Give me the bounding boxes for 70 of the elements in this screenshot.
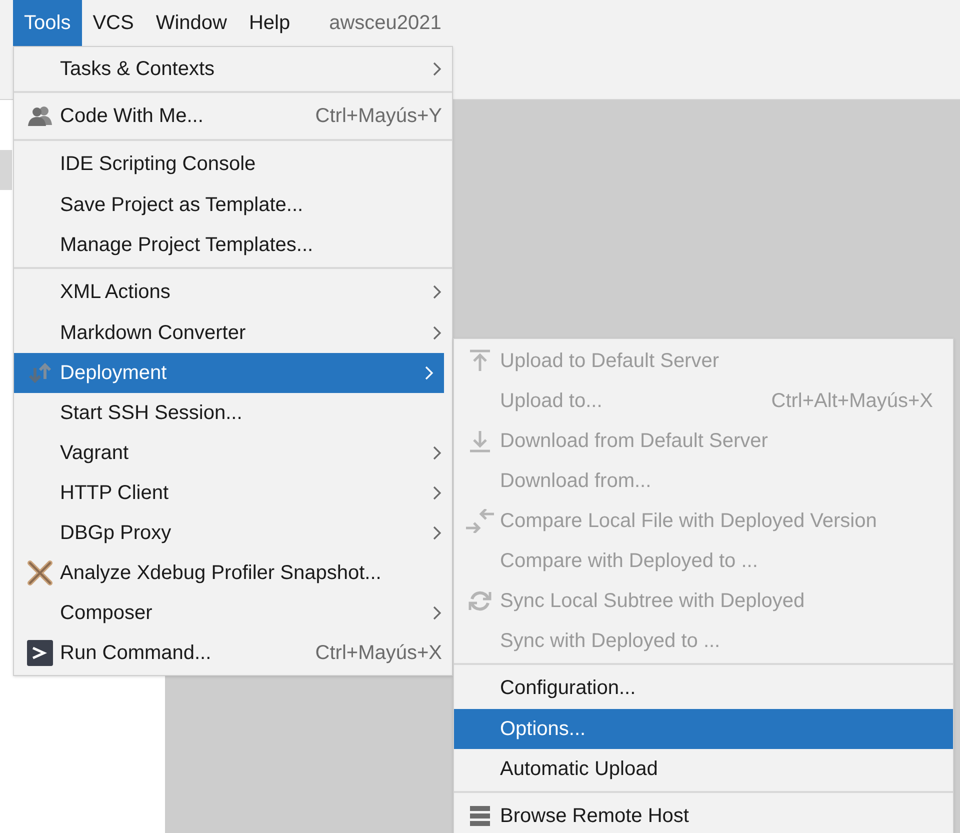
menu-item-label: Download from Default Server (500, 429, 769, 454)
menu-item-label: HTTP Client (60, 481, 170, 506)
menu-item-label: Sync Local Subtree with Deployed (500, 589, 806, 614)
menu-item-label: Compare with Deployed to ... (500, 549, 759, 574)
menu-item-label: Upload to Default Server (500, 349, 720, 374)
menu-bar-item[interactable]: VCS (82, 0, 145, 46)
menu-item[interactable]: DBGp Proxy (14, 513, 452, 553)
menu-item[interactable]: Start SSH Session... (14, 393, 452, 433)
menu-item-label: Compare Local File with Deployed Version (500, 509, 878, 534)
users-icon (27, 105, 53, 127)
chevron-right-icon (424, 365, 434, 381)
menu-item-label: Code With Me... (60, 104, 204, 129)
server-icon (469, 805, 491, 827)
menu-item-label: Markdown Converter (60, 321, 247, 346)
sync-icon (468, 589, 492, 613)
menu-item[interactable]: Manage Project Templates... (14, 225, 452, 265)
menu-item[interactable]: Deployment (14, 353, 444, 393)
menu-item[interactable]: Tasks & Contexts (14, 49, 452, 89)
shortcut-label: Ctrl+Alt+Mayús+X (771, 389, 933, 414)
menu-item-label: Save Project as Template... (60, 193, 304, 218)
menu-bar-item[interactable]: Window (144, 0, 238, 46)
shortcut-label: Ctrl+Mayús+Y (315, 104, 442, 129)
menu-item-label: Analyze Xdebug Profiler Snapshot... (60, 561, 382, 586)
menu-item-label: Download from... (500, 469, 652, 494)
menu-item[interactable]: IDE Scripting Console (14, 139, 452, 185)
menu-bar-item[interactable]: Help (238, 0, 302, 46)
menu-item[interactable]: Save Project as Template... (14, 185, 452, 225)
chevron-right-icon (432, 445, 442, 461)
menu-item-label: DBGp Proxy (60, 521, 172, 546)
menu-item-label: Options... (500, 717, 587, 742)
menu-item-label: Upload to... (500, 389, 604, 414)
menu-item[interactable]: Code With Me... Ctrl+Mayús+Y (14, 91, 452, 137)
menu-item[interactable]: Automatic Upload (454, 749, 953, 789)
menu-item-label: Manage Project Templates... (60, 233, 314, 258)
up-down-arrows-icon (27, 362, 53, 384)
menu-bar-item[interactable]: Tools (13, 0, 82, 46)
upload-icon (468, 349, 492, 373)
menu-item[interactable]: HTTP Client (14, 473, 452, 513)
chevron-right-icon (432, 605, 442, 621)
menu-item[interactable]: Run Command... Ctrl+Mayús+X (14, 633, 452, 673)
crossed-tools-icon (27, 560, 53, 586)
chevron-right-icon (432, 525, 442, 541)
menu-item[interactable]: Analyze Xdebug Profiler Snapshot... (14, 553, 452, 593)
menu-item-label: Configuration... (500, 676, 637, 701)
project-name: awsceu2021 (329, 11, 442, 36)
menu-item-label: XML Actions (60, 280, 172, 305)
menu-item-label: Start SSH Session... (60, 401, 244, 426)
menu-item[interactable]: XML Actions (14, 267, 452, 313)
chevron-right-icon (432, 61, 442, 77)
menu-item-label: Deployment (60, 361, 168, 386)
menu-item-label: IDE Scripting Console (60, 152, 257, 177)
menu-item[interactable]: Options... (454, 709, 953, 749)
menu-item-label: Composer (60, 601, 154, 626)
download-icon (468, 429, 492, 453)
menu-item-label: Vagrant (60, 441, 130, 466)
menu-item-label: Tasks & Contexts (60, 57, 216, 82)
compare-arrows-icon (466, 509, 494, 533)
chevron-right-icon (432, 284, 442, 300)
menu-item[interactable]: Browse Remote Host (454, 791, 953, 833)
shortcut-label: Ctrl+Mayús+X (315, 641, 442, 666)
chevron-right-icon (432, 325, 442, 341)
chevron-right-icon (432, 485, 442, 501)
menu-item-label: Browse Remote Host (500, 804, 690, 829)
menu-item[interactable]: Markdown Converter (14, 313, 452, 353)
menu-item[interactable]: Vagrant (14, 433, 452, 473)
menu-item-label: Automatic Upload (500, 757, 659, 782)
menu-item[interactable]: Composer (14, 593, 452, 633)
menu-item-label: Sync with Deployed to ... (500, 629, 722, 654)
menu-item-label: Run Command... (60, 641, 212, 666)
terminal-icon (27, 640, 53, 666)
